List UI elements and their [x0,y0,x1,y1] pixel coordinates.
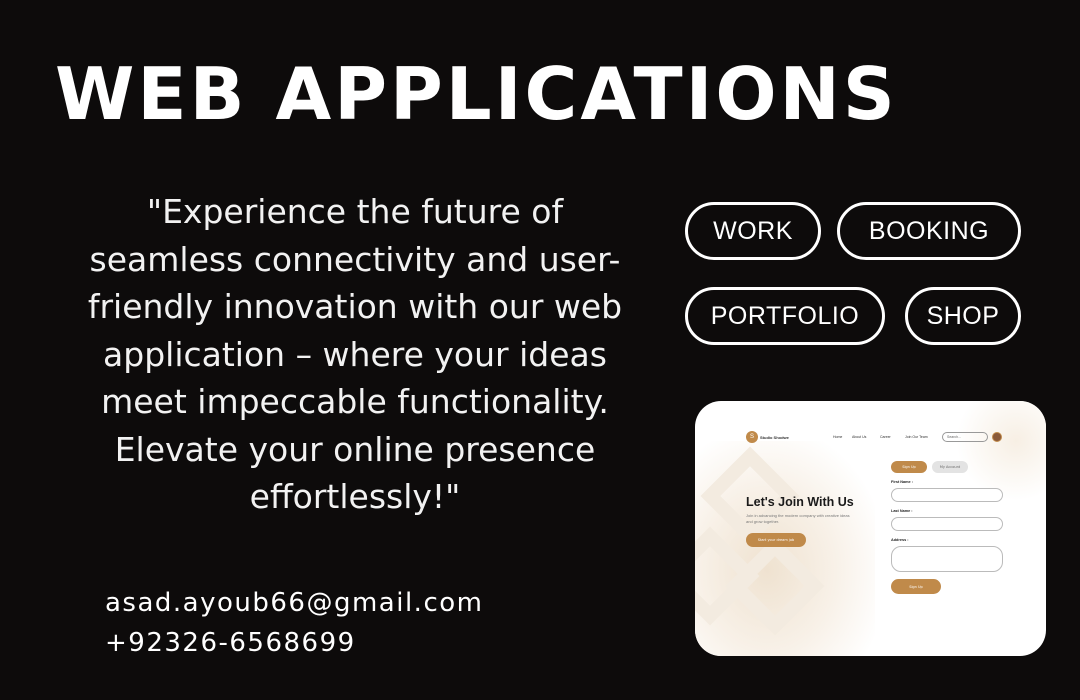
mockup-navbar: S Studio Shodwe Home About Us Career Joi… [740,429,1032,447]
mockup-tab-signup: Sign Up [891,461,927,473]
mockup-nav-home: Home [833,435,843,439]
tagline-quote: "Experience the future of seamless conne… [87,192,623,516]
mockup-label-address: Address : [891,538,909,542]
mockup-last-name-field [891,517,1003,531]
mockup-nav-career: Career [880,435,891,439]
mockup-submit-button: Sign Up [891,579,941,594]
mockup-search-input: Search... [942,432,988,442]
mockup-logo-icon: S [746,431,758,443]
mockup-tab-account: My Account [932,461,968,473]
mockup-address-field [891,546,1003,572]
tag-work: WORK [685,202,821,260]
mockup-label-last-name: Last Name : [891,509,913,513]
mockup-label-first-name: First Name : [891,480,913,484]
mockup-first-name-field [891,488,1003,502]
tag-portfolio: PORTFOLIO [685,287,885,345]
mockup-brand-name: Studio Shodwe [760,435,789,440]
contact-info: asad.ayoub66@gmail.com +92326-6568699 [105,583,483,663]
mockup-hero-title: Let's Join With Us [746,495,854,509]
tag-shop: SHOP [905,287,1021,345]
app-mockup-screenshot: S Studio Shodwe Home About Us Career Joi… [695,401,1046,656]
page-title: WEB APPLICATIONS [55,52,898,136]
mockup-hero-subtitle: Join in advancing the modern company wit… [746,513,850,524]
mockup-nav-join: Join Our Team [905,435,928,439]
mockup-nav-about: About Us [852,435,867,439]
phone-text: +92326-6568699 [105,628,356,658]
mockup-avatar [992,432,1002,442]
mockup-background-glow-right [956,401,1046,501]
email-text: asad.ayoub66@gmail.com [105,588,484,618]
tag-booking: BOOKING [837,202,1021,260]
mockup-cta-button: Start your dream job [746,533,806,547]
